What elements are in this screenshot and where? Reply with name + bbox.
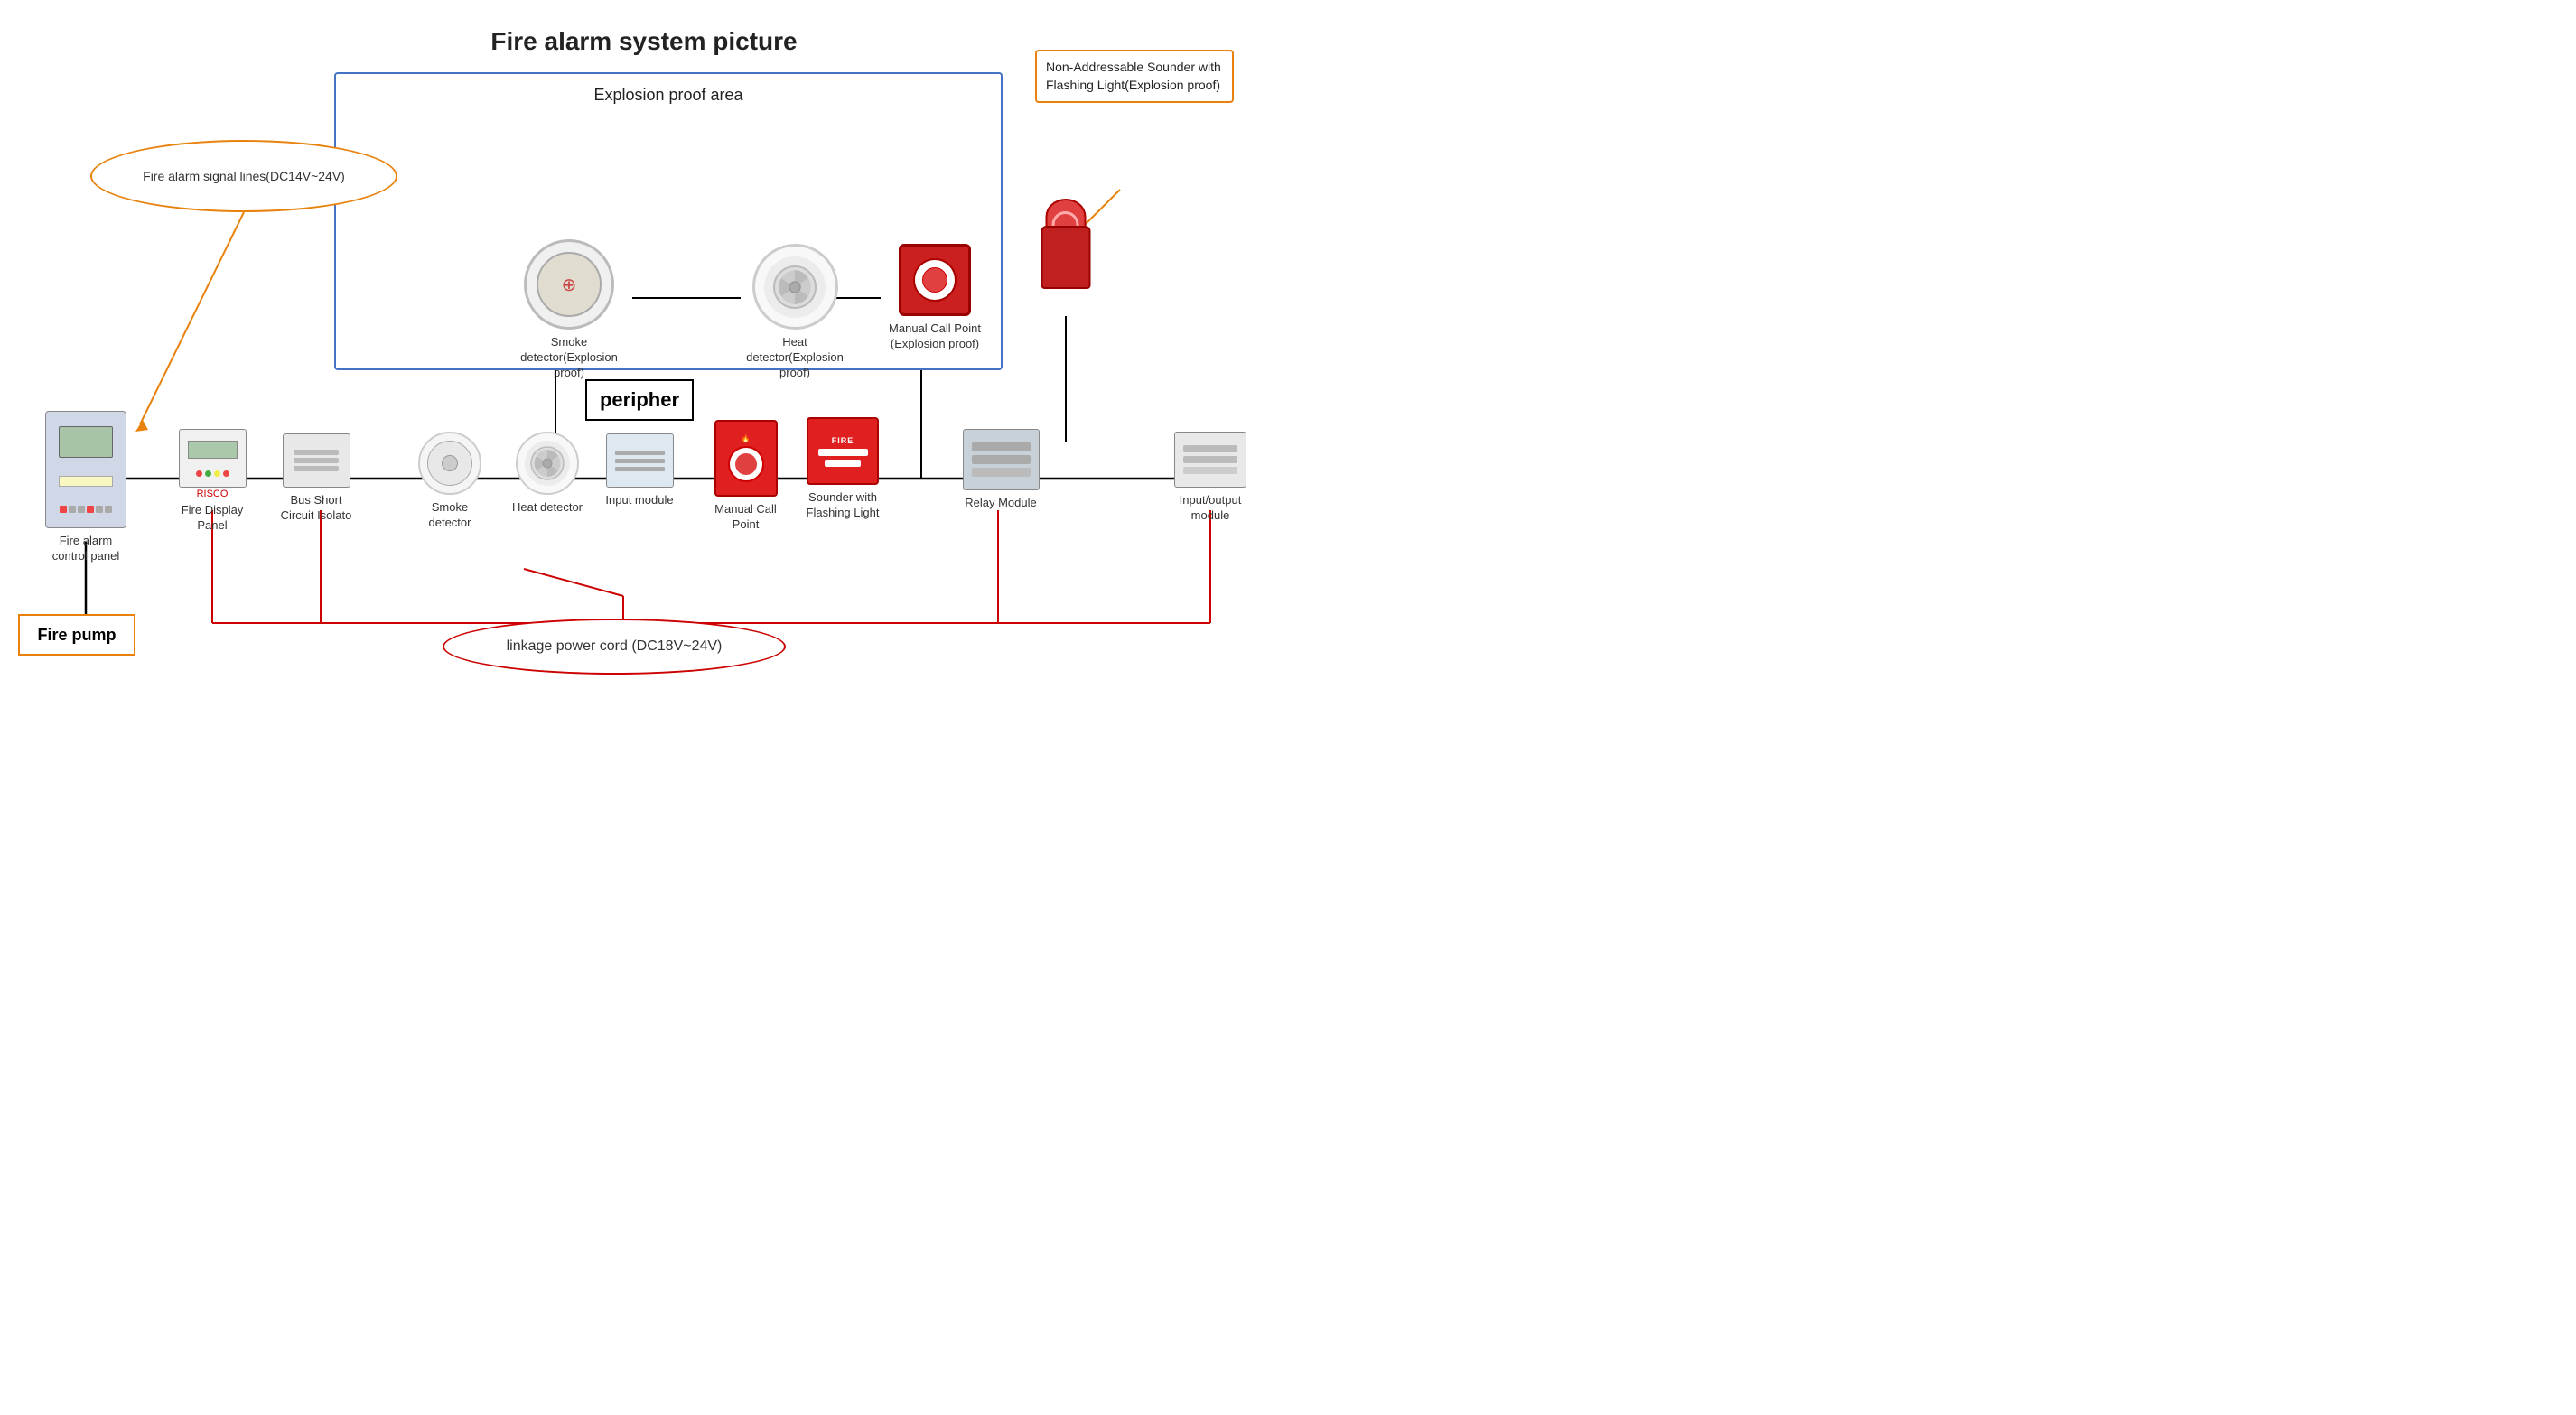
mod-line-2 <box>615 459 665 463</box>
fire-alarm-panel-icon <box>45 411 126 528</box>
relay-module-label: Relay Module <box>960 496 1041 511</box>
mod-line-1 <box>615 451 665 455</box>
exp-mcp-icon <box>899 244 971 316</box>
panel-screen <box>59 426 113 458</box>
relay-strip-3 <box>972 468 1031 477</box>
sounder-device: FIRE Sounder with Flashing Light <box>798 417 888 521</box>
peripher-box: peripher <box>585 379 694 421</box>
smoke-detector-device: Smoke detector <box>414 432 486 531</box>
mcp-inner <box>735 453 757 475</box>
io-module-label: Input/output module <box>1165 493 1255 524</box>
exp-smoke-label: Smoke detector(Explosion proof) <box>510 335 628 381</box>
relay-module-icon <box>963 429 1040 490</box>
io-module-device: Input/output module <box>1165 432 1255 524</box>
heat-detector-device: Heat detector <box>511 432 583 516</box>
manual-call-point-label: Manual Call Point <box>707 502 784 533</box>
fdp-brand: RISCO <box>197 489 229 499</box>
smoke-center <box>442 455 458 471</box>
bus-strip-1 <box>294 450 339 455</box>
bus-strip-2 <box>294 458 339 463</box>
sounder-text: FIRE <box>832 436 854 445</box>
fire-alarm-panel-label: Fire alarm control panel <box>41 534 131 564</box>
fdp-dot-3 <box>214 470 220 477</box>
io-strip-2 <box>1183 456 1237 463</box>
panel-btn-4 <box>87 506 94 513</box>
exp-sounder-device <box>1036 199 1095 289</box>
relay-strip-1 <box>972 442 1031 451</box>
panel-btn-5 <box>96 506 103 513</box>
power-ellipse-text: linkage power cord (DC18V~24V) <box>507 638 723 655</box>
panel-btn-6 <box>105 506 112 513</box>
exp-heat-inner <box>764 256 826 318</box>
exp-smoke-icon: ⊕ <box>524 239 614 330</box>
fdp-dots <box>196 470 229 477</box>
signal-ellipse: Fire alarm signal lines(DC14V~24V) <box>90 140 397 212</box>
fdp-dot-1 <box>196 470 202 477</box>
fdp-dot-2 <box>205 470 211 477</box>
exp-heat-label: Heat detector(Explosion proof) <box>736 335 854 381</box>
diagram-container: Fire alarm system picture <box>0 0 1288 668</box>
mcp-symbol: 🔥 <box>742 434 751 442</box>
input-module-device: Input module <box>603 433 676 508</box>
panel-btn-2 <box>69 506 76 513</box>
exp-sounder-icon <box>1036 199 1095 289</box>
power-ellipse: linkage power cord (DC18V~24V) <box>443 619 786 675</box>
sounder-label: Sounder with Flashing Light <box>798 490 888 521</box>
fire-alarm-panel-device: Fire alarm control panel <box>41 411 131 564</box>
exp-mcp-inner <box>922 267 947 293</box>
exp-smoke-inner: ⊕ <box>537 252 602 317</box>
bus-isolator-icon <box>283 433 350 488</box>
fire-display-panel-icon <box>179 429 247 488</box>
manual-call-point-device: 🔥 Manual Call Point <box>707 420 784 533</box>
fdp-screen <box>188 441 238 459</box>
io-strip-1 <box>1183 445 1237 452</box>
exp-heat-device: Heat detector(Explosion proof) <box>736 244 854 381</box>
relay-module-device: Relay Module <box>960 429 1041 511</box>
exp-sounder-base <box>1041 226 1090 289</box>
bus-isolator-device: Bus Short Circuit Isolato <box>275 433 357 524</box>
heat-fan-svg <box>529 445 565 481</box>
bus-isolator-label: Bus Short Circuit Isolato <box>275 493 357 524</box>
heat-detector-icon <box>516 432 579 495</box>
signal-ellipse-text: Fire alarm signal lines(DC14V~24V) <box>125 169 363 183</box>
io-module-icon <box>1174 432 1246 488</box>
input-module-label: Input module <box>603 493 676 508</box>
smoke-inner <box>427 441 472 486</box>
fire-pump-text: Fire pump <box>37 626 116 645</box>
sounder-bar-2 <box>825 460 861 467</box>
mcp-circle <box>728 446 764 482</box>
mcp-icon: 🔥 <box>714 420 778 497</box>
peripher-text: peripher <box>600 388 679 412</box>
relay-strip-2 <box>972 455 1031 464</box>
io-strip-3 <box>1183 467 1237 474</box>
exp-mcp-device: Manual Call Point (Explosion proof) <box>881 244 989 352</box>
panel-btn-3 <box>78 506 85 513</box>
heat-detector-label: Heat detector <box>511 500 583 516</box>
exp-mcp-label: Manual Call Point (Explosion proof) <box>881 321 989 352</box>
exp-heat-fan <box>772 265 817 310</box>
smoke-detector-icon <box>418 432 481 495</box>
exp-smoke-device: ⊕ Smoke detector(Explosion proof) <box>510 239 628 381</box>
bus-strip-3 <box>294 466 339 471</box>
mod-line-3 <box>615 467 665 471</box>
explosion-area-label: Explosion proof area <box>334 86 1003 105</box>
sounder-callout-text: Non-Addressable Sounder with Flashing Li… <box>1046 60 1221 92</box>
exp-mcp-circle <box>913 258 957 302</box>
panel-btn-1 <box>60 506 67 513</box>
fire-display-panel-device: RISCO Fire Display Panel <box>172 429 253 534</box>
smoke-detector-label: Smoke detector <box>414 500 486 531</box>
sounder-callout-box: Non-Addressable Sounder with Flashing Li… <box>1035 50 1234 103</box>
exp-heat-icon <box>752 244 838 330</box>
input-module-icon <box>606 433 674 488</box>
sounder-icon: FIRE <box>807 417 879 485</box>
fdp-dot-4 <box>223 470 229 477</box>
fire-pump-box: Fire pump <box>18 614 135 656</box>
panel-buttons <box>60 506 112 513</box>
heat-inner <box>525 441 570 486</box>
panel-indicator <box>59 476 113 487</box>
exp-symbol: ⊕ <box>562 274 577 296</box>
fire-display-panel-label: Fire Display Panel <box>172 503 253 534</box>
sounder-bar-1 <box>818 449 868 456</box>
